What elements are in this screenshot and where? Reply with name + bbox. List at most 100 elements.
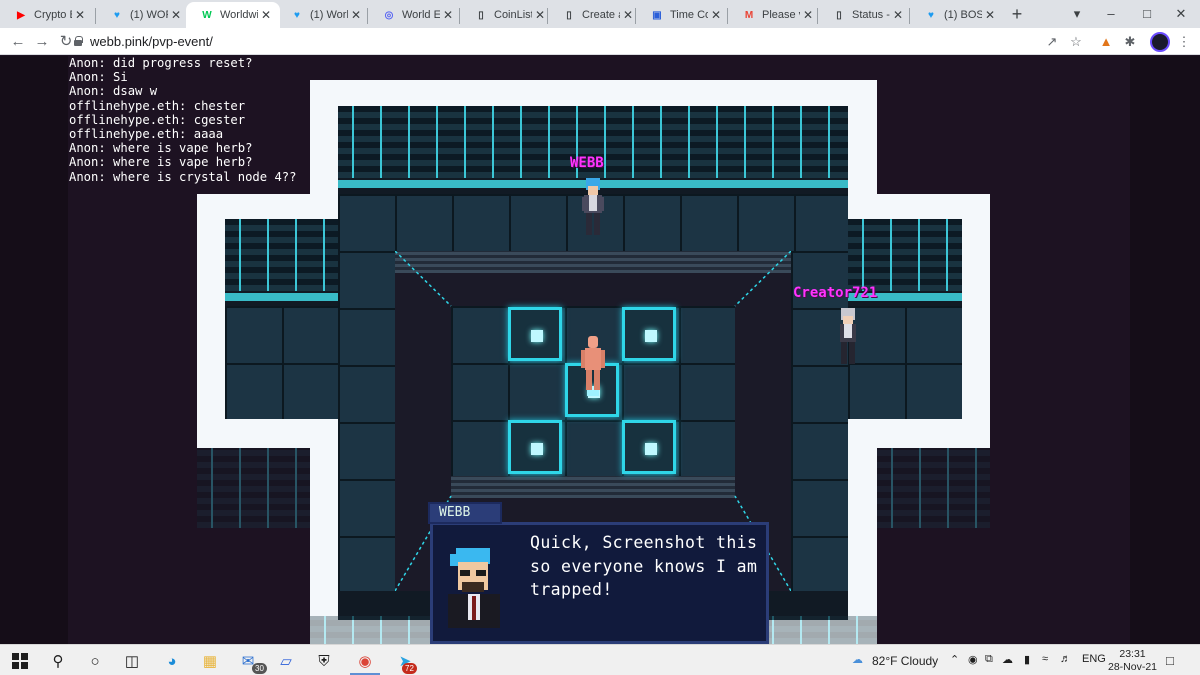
glow-panel[interactable] (508, 420, 562, 474)
tab-title: (1) WORL (130, 9, 168, 21)
chevron-down-icon[interactable]: ▾ (1058, 0, 1096, 28)
chrome-icon[interactable]: ◉ (353, 649, 377, 673)
extensions-icon[interactable]: ✱ (1120, 32, 1140, 52)
player-name-creator: Creator721 (793, 285, 878, 301)
browser-tab[interactable]: ♥ (1) BOSS✕ (910, 2, 1004, 28)
browser-tab[interactable]: ▯ Create a C✕ (548, 2, 642, 28)
weather-text[interactable]: 82°F Cloudy (872, 654, 938, 668)
close-icon[interactable]: ✕ (982, 8, 998, 22)
lock-icon[interactable] (74, 36, 83, 46)
cortana-icon[interactable]: ○ (83, 649, 107, 673)
chevron-up-icon[interactable]: ⌃ (950, 653, 959, 666)
tray-app-icon[interactable]: ◉ (968, 653, 978, 666)
gmail-icon: M (744, 9, 754, 21)
floor-left-column (338, 251, 395, 591)
close-icon[interactable]: ✕ (440, 8, 456, 22)
browser-tab[interactable]: W Worldwid✕ (186, 2, 280, 28)
webb-character-sprite[interactable] (580, 178, 606, 238)
creator-character-sprite[interactable] (836, 308, 860, 366)
tray-cloud-icon[interactable]: ☁ (1002, 653, 1013, 666)
task-view-icon[interactable]: ◫ (120, 649, 144, 673)
glow-panel[interactable] (622, 420, 676, 474)
chat-message: offlinehype.eth: cgester (69, 112, 246, 127)
close-icon[interactable]: ✕ (890, 8, 906, 22)
telegram-badge: 72 (402, 663, 417, 674)
tab-title: CoinList (494, 9, 532, 21)
chat-message: Anon: where is crystal node 4?? (69, 169, 297, 184)
search-icon[interactable]: ⚲ (46, 649, 70, 673)
browser-tab[interactable]: ▯ Status - C✕ (818, 2, 912, 28)
close-icon[interactable]: ✕ (708, 8, 724, 22)
player-avatar-sprite[interactable] (580, 336, 606, 398)
file-explorer-icon[interactable]: ▦ (198, 649, 222, 673)
app-icon[interactable]: ▱ (274, 649, 298, 673)
minimize-icon[interactable]: – (1092, 0, 1130, 28)
chat-message: offlinehype.eth: aaaa (69, 127, 224, 142)
battery-icon[interactable]: ▮ (1024, 653, 1030, 666)
browser-tab[interactable]: ◎ World Ete✕ (368, 2, 462, 28)
close-icon[interactable]: ✕ (532, 8, 548, 22)
browser-tab[interactable]: ♥ (1) World✕ (276, 2, 370, 28)
profile-avatar[interactable] (1150, 32, 1170, 52)
tab-title: Worldwid (220, 9, 258, 21)
close-icon[interactable]: ✕ (800, 8, 816, 22)
close-icon[interactable]: ✕ (72, 8, 88, 22)
security-icon[interactable]: ⛨ (312, 649, 336, 673)
tab-separator (367, 8, 368, 24)
reload-icon[interactable]: ↻ (56, 32, 76, 52)
player-name-webb: WEBB (570, 155, 604, 171)
volume-icon[interactable]: ♬ (1060, 653, 1071, 665)
forward-icon[interactable]: → (32, 32, 52, 52)
glow-panel[interactable] (508, 307, 562, 361)
chat-message: Anon: Si (69, 70, 128, 85)
clock-date: 28-Nov-21 (1108, 661, 1158, 673)
tab-separator (817, 8, 818, 24)
back-icon[interactable]: ← (8, 32, 28, 52)
share-icon[interactable]: ↗ (1042, 32, 1062, 52)
weather-icon[interactable]: ☁ (852, 653, 863, 666)
tray-copy-icon[interactable]: ⧉ (985, 653, 993, 666)
tab-title: Create a C (582, 9, 620, 21)
machinery-bottom-left (197, 448, 310, 528)
neon-rail-left (225, 293, 338, 301)
floor-right (848, 306, 962, 419)
maximize-icon[interactable]: □ (1128, 0, 1166, 28)
windows-taskbar: ⚲ ○ ◫ ◕ ▦ ✉ 30 ▱ ⛨ ◉ ➤ 72 ☁ 82°F Cloudy … (0, 644, 1200, 675)
browser-tab[interactable]: ▶ Crypto Bo✕ (0, 2, 94, 28)
close-icon[interactable]: ✕ (168, 8, 184, 22)
browser-tab-strip: ▶Crypto Bo✕♥(1) WORL✕WWorldwid✕♥(1) Worl… (0, 0, 1200, 28)
wifi-icon[interactable]: ≈ (1042, 653, 1048, 665)
window-close-icon[interactable]: ✕ (1162, 0, 1200, 28)
tab-separator (727, 8, 728, 24)
close-icon[interactable]: ✕ (620, 8, 636, 22)
browser-tab[interactable]: M Please ve✕ (728, 2, 822, 28)
tab-title: (1) BOSS (944, 9, 982, 21)
floor-right-column (791, 251, 848, 591)
tab-title: Crypto Bo (34, 9, 72, 21)
glow-panel[interactable] (622, 307, 676, 361)
metamask-icon[interactable]: ▲ (1096, 32, 1116, 52)
browser-tab[interactable]: ▣ Time Con✕ (636, 2, 730, 28)
left-margin (0, 56, 68, 644)
menu-kebab-icon[interactable]: ⋮ (1174, 32, 1194, 52)
windows-start-icon[interactable] (8, 649, 32, 673)
browser-tab[interactable]: ▯ CoinList ✕ (460, 2, 554, 28)
language-indicator[interactable]: ENG (1082, 653, 1106, 665)
notifications-icon[interactable]: □ (1166, 653, 1174, 668)
bookmark-star-icon[interactable]: ☆ (1066, 32, 1086, 52)
chat-message: offlinehype.eth: chester (69, 98, 246, 113)
close-icon[interactable]: ✕ (348, 8, 364, 22)
new-tab-button[interactable]: + (1007, 4, 1027, 24)
browser-tab[interactable]: ♥ (1) WORL✕ (96, 2, 190, 28)
game-viewport[interactable]: WEBB Creator721 Anon: did progress reset… (0, 56, 1200, 644)
close-icon[interactable]: ✕ (258, 8, 274, 22)
tab-title: (1) World (310, 9, 348, 21)
tab-separator (909, 8, 910, 24)
clock[interactable]: 23:31 28-Nov-21 (1108, 648, 1157, 674)
chat-message: Anon: dsaw w (69, 84, 158, 99)
chat-message: Anon: where is vape herb? (69, 155, 253, 170)
machinery-wall-left (225, 219, 338, 291)
url-field[interactable]: webb.pink/pvp-event/ (90, 34, 213, 49)
twitter-icon: ♥ (928, 9, 934, 21)
edge-icon[interactable]: ◕ (160, 649, 184, 673)
